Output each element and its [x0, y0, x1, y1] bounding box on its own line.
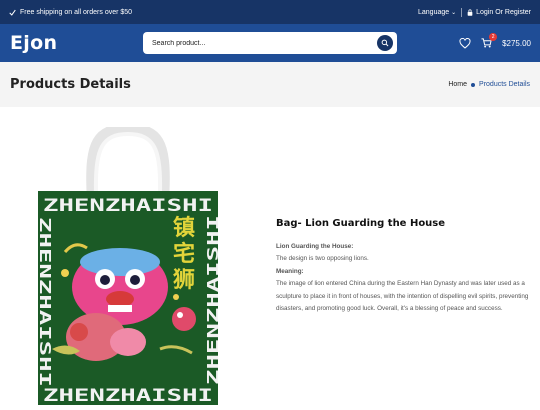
- top-bar: Free shipping on all orders over $50 Lan…: [0, 0, 540, 24]
- cart-button[interactable]: 2: [481, 33, 498, 48]
- print-char-3: 狮: [173, 268, 195, 293]
- shipping-notice: Free shipping on all orders over $50: [9, 9, 132, 16]
- print-text-right: ZHENZHAISHI: [204, 215, 222, 385]
- breadcrumb-separator: [471, 82, 476, 87]
- login-link[interactable]: Login Or Register: [467, 9, 531, 16]
- print-text-left: ZHENZHAISHI: [36, 217, 54, 387]
- breadcrumb: Home Products Details: [448, 81, 530, 88]
- product-info: Bag- Lion Guarding the House Lion Guardi…: [276, 218, 531, 315]
- cart-total[interactable]: $275.00: [502, 39, 531, 48]
- search-button[interactable]: [377, 35, 393, 51]
- lock-icon: [467, 8, 473, 16]
- main-header: Ejon 2 $275.00: [0, 24, 540, 62]
- search-icon: [381, 39, 389, 47]
- design-label: Lion Guarding the House:: [276, 243, 354, 250]
- print-text-top: ZHENZHAISHI: [43, 196, 213, 216]
- breadcrumb-home-link[interactable]: Home: [448, 81, 467, 88]
- meaning-text: The image of lion entered China during t…: [276, 280, 529, 313]
- check-icon: [9, 9, 16, 16]
- search-bar: [143, 32, 397, 54]
- print-text-bottom: ZHENZHAISHI: [43, 386, 213, 405]
- page-title: Products Details: [10, 77, 131, 92]
- divider: [461, 7, 463, 17]
- search-input[interactable]: [152, 39, 372, 47]
- site-logo[interactable]: Ejon: [10, 32, 57, 54]
- language-select[interactable]: Language ⌄: [418, 9, 456, 16]
- language-label: Language: [418, 8, 450, 16]
- login-label: Login Or Register: [476, 8, 531, 16]
- page-title-bar: Products Details Home Products Details: [0, 62, 540, 107]
- cart-count-badge: 2: [489, 33, 498, 41]
- print-char-2: 宅: [173, 241, 195, 267]
- product-image[interactable]: ZHENZHAISHI ZHENZHAISHI ZHENZHAISHI ZHEN…: [10, 123, 264, 406]
- design-text: The design is two opposing lions.: [276, 255, 369, 263]
- breadcrumb-current: Products Details: [479, 81, 530, 88]
- product-title: Bag- Lion Guarding the House: [276, 218, 446, 229]
- heart-icon[interactable]: [459, 37, 471, 49]
- print-char-1: 镇: [173, 216, 195, 241]
- shipping-text: Free shipping on all orders over $50: [20, 8, 133, 16]
- chevron-down-icon: ⌄: [451, 9, 457, 16]
- meaning-label: Meaning:: [276, 267, 304, 275]
